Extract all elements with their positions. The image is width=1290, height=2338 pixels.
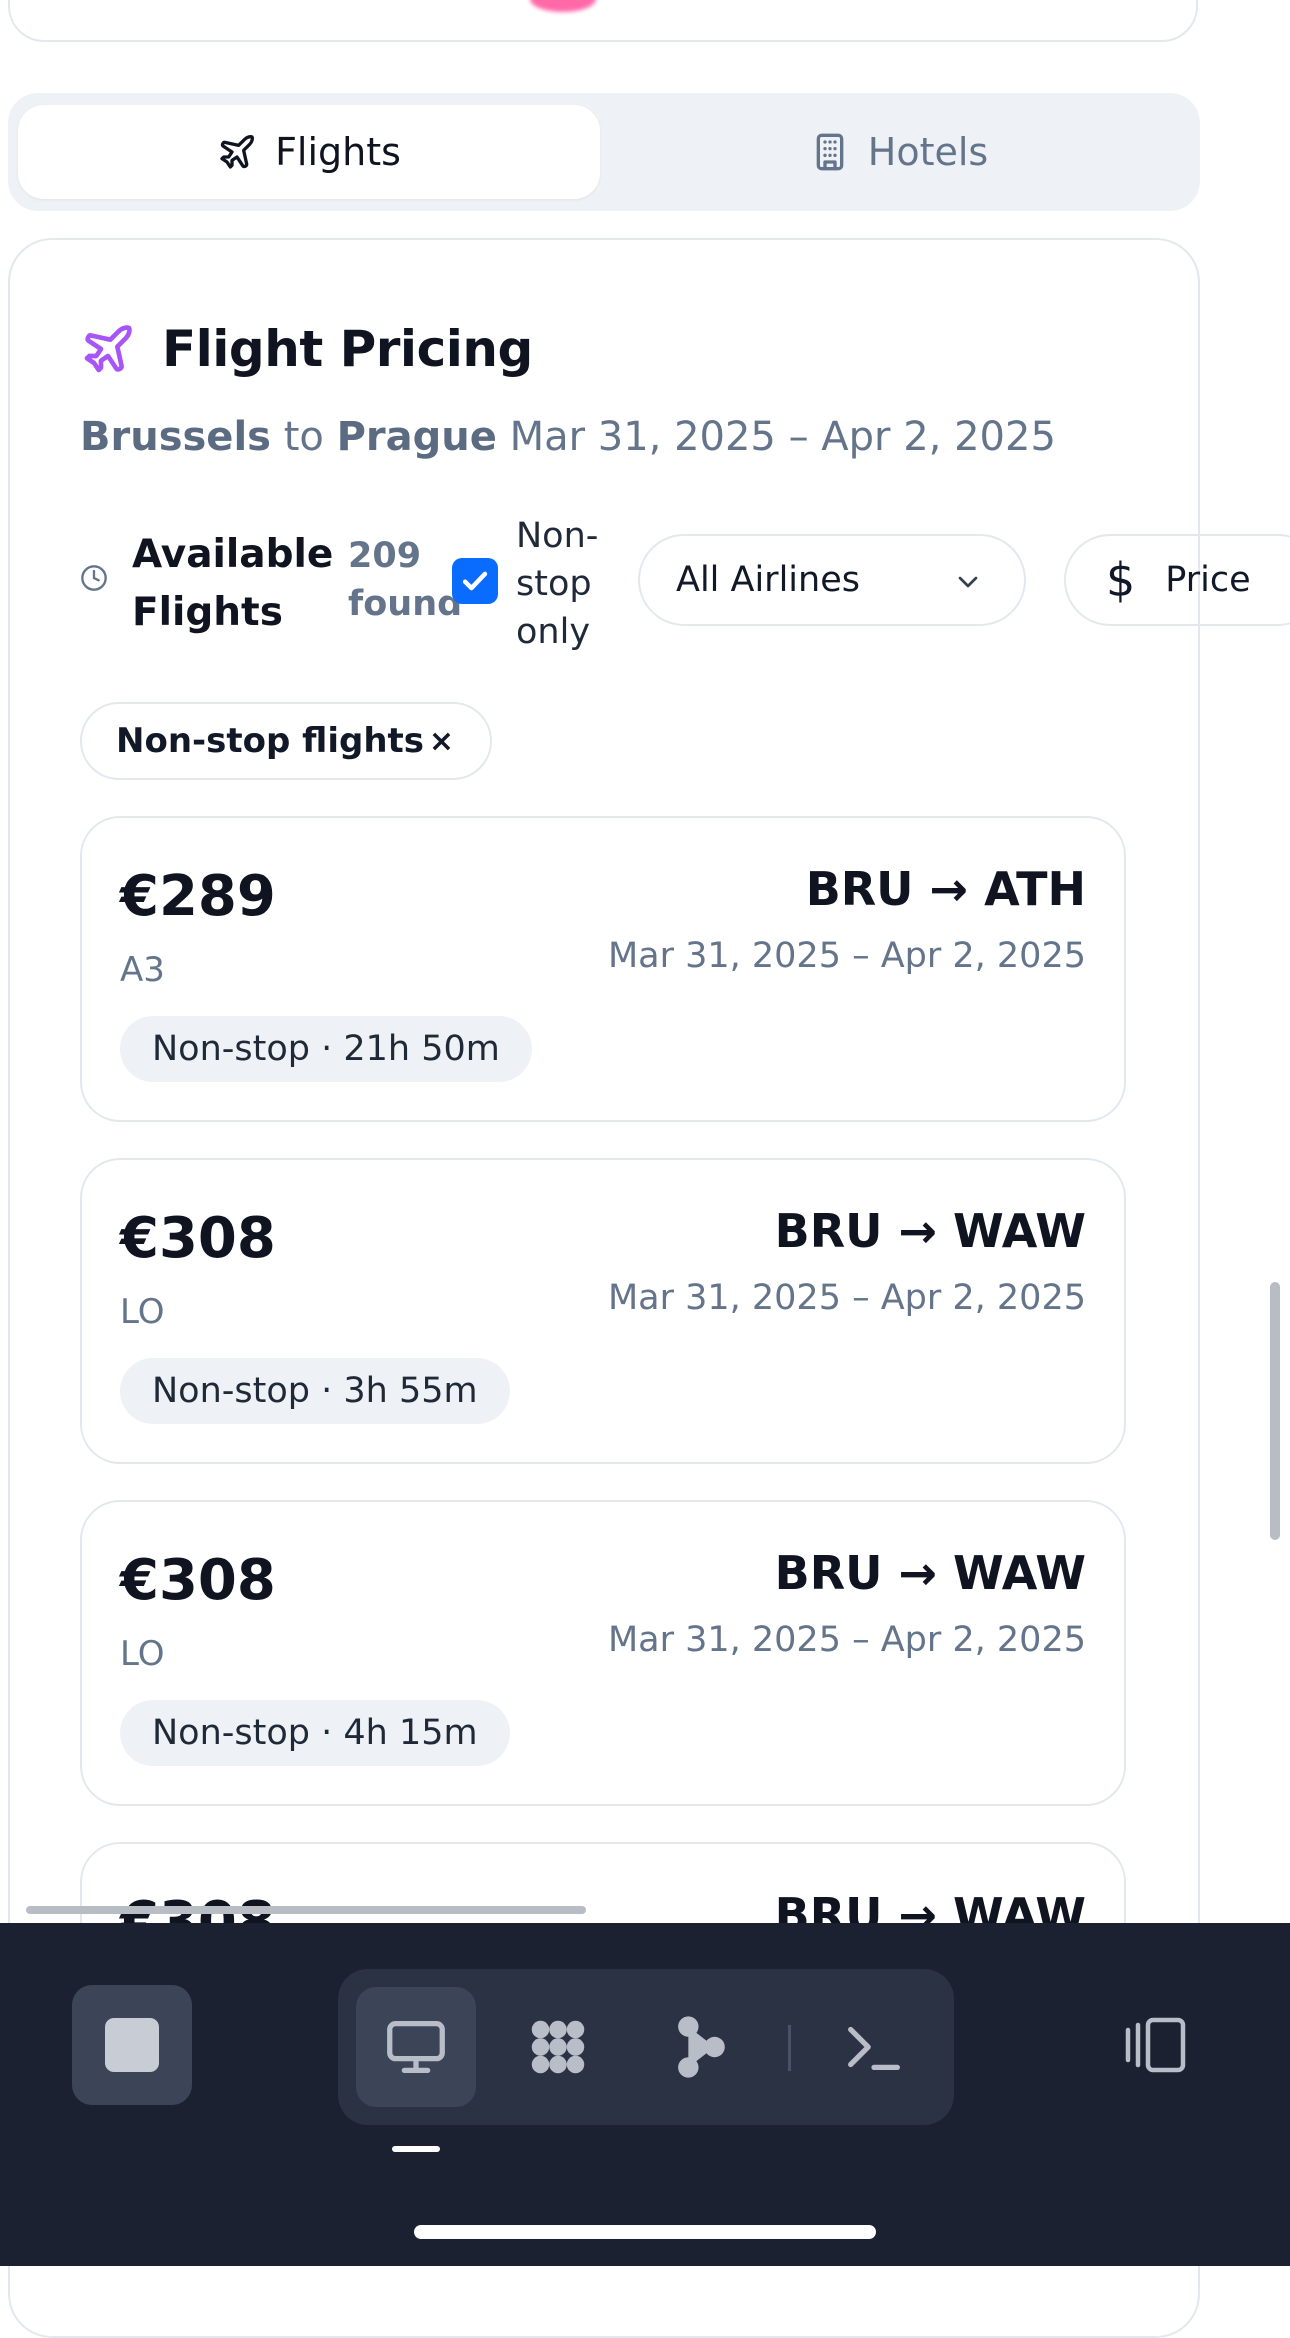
flight-dates: Mar 31, 2025 – Apr 2, 2025 bbox=[607, 1620, 1086, 1660]
bottom-toolbar bbox=[0, 1923, 1290, 2266]
plane-icon bbox=[220, 135, 255, 169]
airline-code: A3 bbox=[120, 950, 165, 990]
close-icon[interactable]: × bbox=[429, 724, 454, 759]
airline-code: LO bbox=[120, 1634, 165, 1674]
apps-grid-icon bbox=[531, 2020, 585, 2074]
flight-price: €308 bbox=[120, 1548, 276, 1613]
route-summary: Brussels to Prague Mar 31, 2025 – Apr 2,… bbox=[80, 414, 1056, 460]
graph-button[interactable] bbox=[640, 1987, 760, 2107]
found-count: 209 bbox=[348, 536, 422, 576]
view-switcher bbox=[338, 1969, 954, 2125]
flight-dates: Mar 31, 2025 – Apr 2, 2025 bbox=[607, 936, 1086, 976]
section-heading: Flight Pricing bbox=[80, 320, 533, 378]
page-title: Flight Pricing bbox=[162, 320, 533, 378]
available-flights-label: Available Flights bbox=[132, 526, 333, 642]
nonstop-checkbox[interactable] bbox=[452, 558, 498, 604]
found-label: found bbox=[348, 584, 463, 624]
nonstop-label-line2: stop bbox=[516, 564, 592, 604]
tab-hotels[interactable]: Hotels bbox=[608, 105, 1190, 199]
nonstop-label-line3: only bbox=[516, 612, 591, 652]
dollar-icon: $ bbox=[1106, 553, 1136, 607]
duration-badge: Non-stop · 3h 55m bbox=[120, 1358, 510, 1424]
price-sort-button[interactable]: $ Price bbox=[1064, 534, 1290, 626]
flight-route: BRU → WAW bbox=[774, 1204, 1086, 1258]
flight-route: BRU → WAW bbox=[774, 1546, 1086, 1600]
check-icon bbox=[462, 571, 488, 591]
vertical-scrollbar[interactable] bbox=[1270, 1282, 1280, 1540]
available-label-line1: Available bbox=[132, 532, 334, 577]
plane-icon bbox=[84, 325, 132, 373]
flight-card[interactable]: €308 LO BRU → WAW Mar 31, 2025 – Apr 2, … bbox=[80, 1500, 1126, 1806]
results-count: 209 found bbox=[348, 532, 462, 628]
terminal-button[interactable] bbox=[814, 1987, 934, 2107]
filter-chip-nonstop: Non-stop flights × bbox=[80, 702, 492, 780]
flight-price: €308 bbox=[120, 1206, 276, 1271]
flight-card[interactable]: €308 LO BRU → WAW Mar 31, 2025 – Apr 2, … bbox=[80, 1158, 1126, 1464]
travel-dates: Mar 31, 2025 – Apr 2, 2025 bbox=[509, 414, 1056, 460]
airline-select-value: All Airlines bbox=[676, 560, 860, 600]
stop-button[interactable] bbox=[72, 1985, 192, 2105]
duration-badge: Non-stop · 4h 15m bbox=[120, 1700, 510, 1766]
flight-card[interactable]: €289 A3 BRU → ATH Mar 31, 2025 – Apr 2, … bbox=[80, 816, 1126, 1122]
top-card-partial bbox=[8, 0, 1198, 42]
duration-badge: Non-stop · 21h 50m bbox=[120, 1016, 532, 1082]
desktop-view-button[interactable] bbox=[356, 1987, 476, 2107]
tab-bar: Flights Hotels bbox=[8, 93, 1200, 211]
filter-row: Available Flights 209 found Non- stop on… bbox=[80, 512, 1290, 652]
nonstop-label-line1: Non- bbox=[516, 516, 599, 556]
terminal-icon bbox=[848, 2026, 900, 2071]
tab-hotels-label: Hotels bbox=[867, 130, 989, 174]
flight-dates: Mar 31, 2025 – Apr 2, 2025 bbox=[607, 1278, 1086, 1318]
nonstop-only-label[interactable]: Non- stop only bbox=[516, 512, 598, 656]
destination-city: Prague bbox=[336, 414, 497, 460]
building-icon bbox=[816, 133, 844, 171]
active-view-indicator bbox=[392, 2146, 440, 2152]
origin-city: Brussels bbox=[80, 414, 271, 460]
apps-button[interactable] bbox=[498, 1987, 618, 2107]
side-panel-icon bbox=[1125, 2017, 1186, 2073]
clock-icon bbox=[81, 565, 107, 591]
flight-route: BRU → ATH bbox=[805, 862, 1086, 916]
route-connector: to bbox=[283, 414, 324, 460]
nodes-icon bbox=[678, 2016, 725, 2078]
airline-select[interactable]: All Airlines bbox=[638, 534, 1026, 626]
tab-flights-label: Flights bbox=[275, 130, 401, 174]
monitor-icon bbox=[387, 2021, 445, 2073]
toolbar-divider bbox=[788, 2025, 791, 2071]
chip-label: Non-stop flights bbox=[116, 721, 425, 761]
airline-code: LO bbox=[120, 1292, 165, 1332]
flight-price: €289 bbox=[120, 864, 276, 929]
price-label: Price bbox=[1165, 560, 1251, 600]
chevron-down-icon bbox=[958, 576, 978, 588]
stop-icon bbox=[105, 2018, 159, 2072]
side-panel-button[interactable] bbox=[1120, 1985, 1196, 2105]
horizontal-scrollbar[interactable] bbox=[26, 1906, 586, 1914]
home-indicator[interactable] bbox=[414, 2225, 876, 2239]
tab-flights[interactable]: Flights bbox=[18, 105, 600, 199]
available-label-line2: Flights bbox=[132, 590, 283, 635]
